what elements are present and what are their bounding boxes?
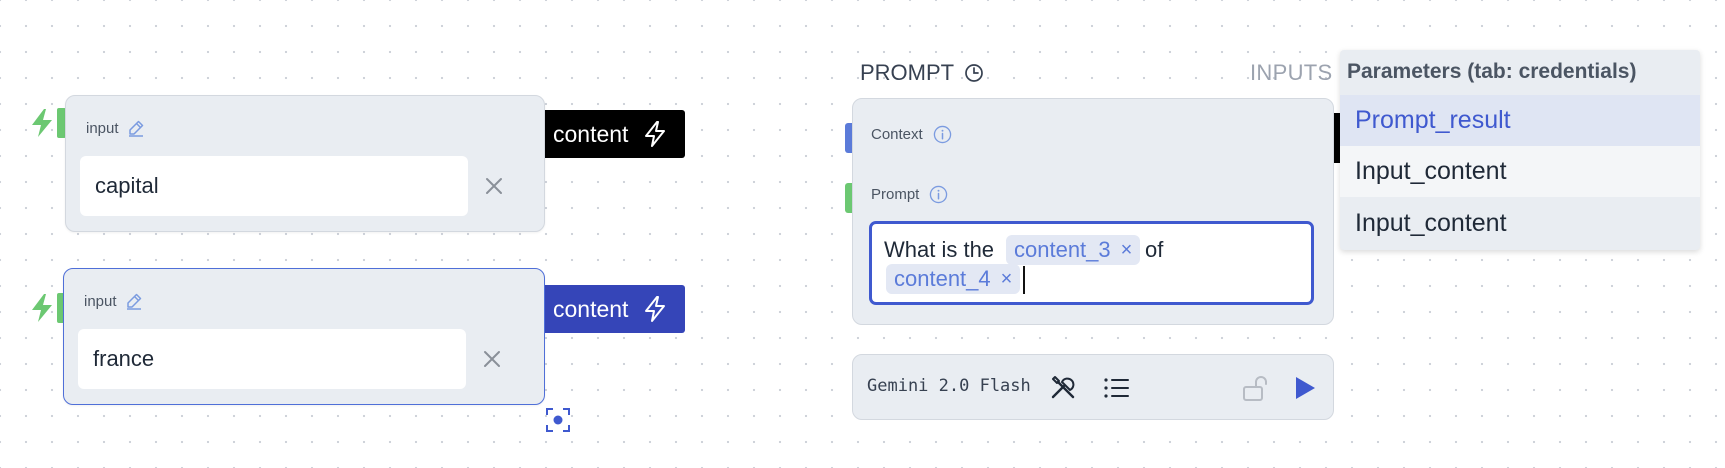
clock-icon[interactable] [964, 63, 984, 83]
prompt-field-label: Prompt [871, 185, 948, 204]
tools-icon[interactable] [1049, 373, 1079, 403]
node-header: input [86, 119, 145, 137]
info-icon[interactable] [933, 125, 952, 144]
node-label: input [86, 119, 119, 137]
unlock-icon[interactable] [1241, 373, 1271, 403]
lightning-icon [32, 109, 52, 137]
chip-remove-icon[interactable]: × [1001, 268, 1013, 291]
input-value: france [93, 346, 155, 371]
clear-icon[interactable] [480, 347, 504, 371]
prompt-textarea[interactable]: What is the content_3 × of content_4 × [869, 221, 1314, 305]
prompt-header: PROMPT [860, 60, 984, 86]
model-toolbar: Gemini 2.0 Flash [852, 354, 1334, 420]
run-icon[interactable] [1293, 375, 1317, 401]
context-field-label: Context [871, 125, 952, 144]
focus-icon[interactable] [545, 407, 571, 433]
lightning-icon [645, 121, 666, 147]
output-handle-1[interactable]: content [545, 110, 685, 158]
variable-chip-content-3[interactable]: content_3 × [1006, 235, 1141, 265]
input-node-1[interactable]: input capital [65, 95, 545, 232]
dropdown-item-input-content[interactable]: Input_content [1340, 146, 1700, 197]
edit-icon[interactable] [125, 292, 143, 310]
dropdown-header: Parameters (tab: credentials) [1347, 60, 1637, 83]
dropdown-item-input-content[interactable]: Input_content [1340, 198, 1700, 249]
text-cursor [1023, 266, 1025, 294]
lightning-icon [645, 296, 666, 322]
model-name[interactable]: Gemini 2.0 Flash [867, 376, 1031, 396]
prompt-title: PROMPT [860, 60, 955, 85]
node-header: input [84, 292, 143, 310]
output-label: content [553, 295, 629, 322]
input-node-2[interactable]: input france [63, 268, 545, 405]
input-value-field[interactable]: capital [80, 156, 502, 216]
chip-remove-icon[interactable]: × [1121, 239, 1133, 262]
chip-label: content_3 [1014, 237, 1111, 262]
prompt-text-mid: of [1145, 237, 1164, 262]
input-value-field[interactable]: france [78, 329, 500, 389]
parameters-dropdown: Parameters (tab: credentials) Prompt_res… [1340, 50, 1700, 250]
prompt-text-before: What is the [884, 237, 995, 262]
chip-label: content_4 [894, 266, 991, 291]
edit-icon[interactable] [127, 119, 145, 137]
dropdown-item-prompt-result[interactable]: Prompt_result [1340, 95, 1700, 146]
inputs-label: INPUTS [1250, 60, 1333, 85]
output-handle-2[interactable]: content [545, 285, 685, 333]
info-icon[interactable] [929, 185, 948, 204]
context-label: Context [871, 126, 923, 143]
lightning-icon [32, 294, 52, 322]
clear-icon[interactable] [482, 174, 506, 198]
variable-chip-content-4[interactable]: content_4 × [886, 264, 1021, 294]
prompt-label: Prompt [871, 186, 920, 203]
node-label: input [84, 292, 117, 310]
input-value: capital [95, 173, 159, 198]
output-label: content [553, 120, 629, 147]
list-icon[interactable] [1103, 375, 1131, 401]
prompt-node[interactable]: Context Prompt What is the content_3 × o… [852, 98, 1334, 325]
